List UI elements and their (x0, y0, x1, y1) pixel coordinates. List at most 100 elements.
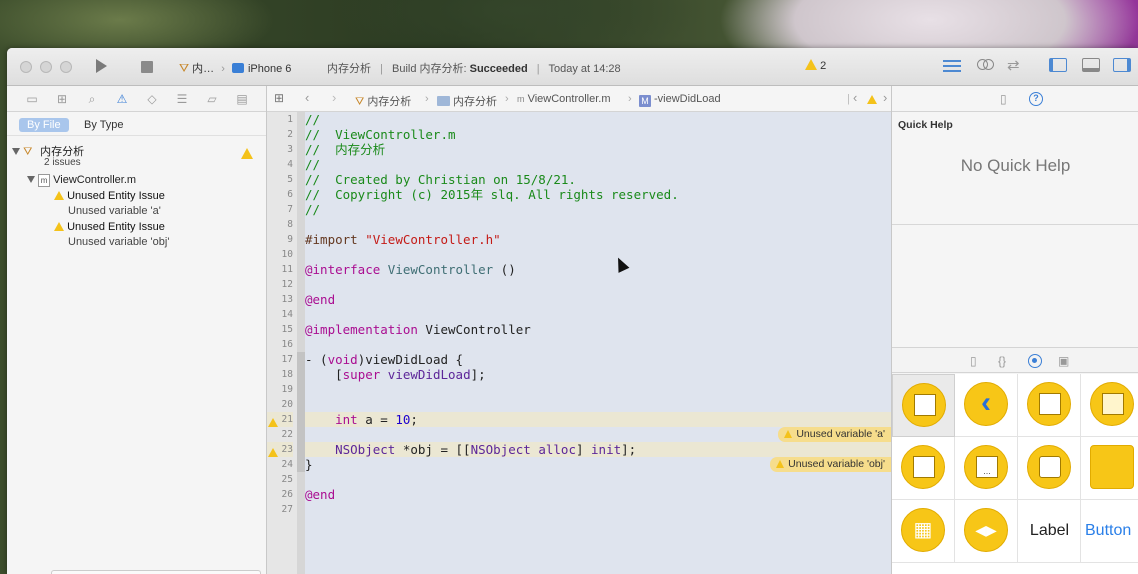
navigation-controller-item[interactable]: ‹ (955, 374, 1018, 437)
warning-icon (54, 222, 64, 231)
standard-editor-button[interactable] (943, 58, 961, 76)
forward-chevron-icon[interactable]: › (332, 90, 336, 105)
keyword-token: super (342, 367, 381, 382)
jumpbar-file[interactable]: m ViewController.m (517, 93, 611, 105)
code-line: @interface ViewController () (305, 262, 891, 277)
collection-view-controller-item[interactable] (1081, 374, 1138, 437)
minimize-window-button[interactable] (40, 61, 52, 73)
code-snippet-icon[interactable]: {} (998, 354, 1012, 368)
code-token: )viewDidLoad { (357, 352, 464, 367)
breakpoint-navigator-icon[interactable]: ▱ (205, 92, 219, 106)
method-icon: M (639, 95, 651, 107)
zoom-window-button[interactable] (60, 61, 72, 73)
divider (892, 224, 1138, 225)
code-line: // (305, 112, 321, 127)
code-text-area[interactable]: // // ViewController.m // 内存分析 // // Cre… (305, 112, 891, 574)
issue-warning-icon[interactable] (867, 94, 877, 106)
code-line: @implementation ViewController (305, 322, 891, 337)
file-template-icon[interactable]: ▯ (970, 354, 984, 368)
jumpbar-method-label: -viewDidLoad (654, 93, 721, 105)
class-token: ViewController (387, 262, 494, 277)
report-navigator-icon[interactable]: ▤ (235, 92, 249, 106)
related-items-icon[interactable]: ⊞ (274, 91, 284, 105)
jumpbar-file-label: ViewController.m (527, 93, 611, 105)
jumpbar-method[interactable]: M -viewDidLoad (639, 93, 721, 107)
utilities-area: ▯ ? Quick Help No Quick Help ▯ {} ▣ ‹ … … (891, 86, 1138, 574)
issue-row[interactable]: Unused Entity Issue (54, 190, 165, 202)
line-number: 19 (281, 384, 293, 395)
filter-by-file-button[interactable]: By File (19, 118, 69, 132)
back-chevron-icon[interactable]: ‹ (305, 90, 309, 105)
issue-detail: Unused variable 'a' (68, 205, 161, 217)
inline-warning[interactable]: Unused variable 'a' (778, 427, 891, 442)
debug-navigator-icon[interactable]: ☰ (175, 92, 189, 106)
media-library-icon[interactable]: ▣ (1058, 354, 1072, 368)
device-name[interactable]: iPhone 6 (248, 63, 291, 75)
disclosure-triangle-icon[interactable] (27, 176, 35, 183)
button-item[interactable]: Button (1081, 500, 1138, 563)
line-number: 8 (287, 219, 293, 230)
glkit-view-controller-item[interactable] (1018, 437, 1081, 500)
table-view-controller-item[interactable] (1018, 374, 1081, 437)
file-row[interactable]: m ViewController.m (27, 174, 136, 187)
page-view-controller-item[interactable]: … (955, 437, 1018, 500)
label-item[interactable]: Label (1018, 500, 1081, 563)
code-folding-ribbon[interactable] (297, 112, 305, 574)
run-button[interactable] (96, 59, 107, 73)
issue-navigator-icon[interactable]: ⚠ (115, 92, 129, 106)
chevron-right-icon: › (221, 63, 225, 75)
tab-bar-controller-item[interactable] (892, 437, 955, 500)
toggle-debug-area-button[interactable] (1082, 58, 1100, 76)
search-icon[interactable]: ⌕ (85, 92, 99, 106)
fold-region[interactable] (297, 352, 305, 472)
line-number: 16 (281, 339, 293, 350)
object-item[interactable] (1081, 437, 1138, 500)
toolbar: ⛛ 内… › iPhone 6 内存分析 | Build 内存分析: Succe… (7, 48, 1138, 86)
line-number: 1 (287, 114, 293, 125)
test-navigator-icon[interactable]: ◇ (145, 92, 159, 106)
line-number: 9 (287, 234, 293, 245)
line-number: 20 (281, 399, 293, 410)
jumpbar-group[interactable]: 内存分析 (437, 93, 497, 109)
project-warning-icon (241, 148, 253, 161)
scheme-selector[interactable]: ⛛ 内… › iPhone 6 (179, 60, 291, 76)
avkit-player-item[interactable]: ▦ (892, 500, 955, 563)
navigator-filter-bar (51, 570, 261, 574)
folder-icon[interactable]: ▭ (25, 92, 39, 106)
line-number: 10 (281, 249, 293, 260)
file-inspector-icon[interactable]: ▯ (1000, 92, 1014, 106)
version-editor-button[interactable]: ⇄ (1007, 56, 1020, 74)
code-line: // Created by Christian on 15/8/21. (305, 172, 576, 187)
code-line: } (305, 457, 313, 472)
activity-build: Build 内存分析: (391, 63, 470, 75)
line-number: 22 (281, 429, 293, 440)
object-library-icon[interactable] (1028, 354, 1042, 368)
warning-count: 2 (820, 60, 827, 72)
string-token: "ViewController.h" (365, 232, 501, 247)
view-controller-item[interactable] (892, 374, 955, 437)
previous-issue-icon[interactable]: ‹ (853, 90, 857, 105)
next-issue-icon[interactable]: › (883, 90, 887, 105)
assistant-editor-button[interactable] (977, 58, 994, 76)
disclosure-triangle-icon[interactable] (12, 148, 20, 155)
close-window-button[interactable] (20, 61, 32, 73)
quick-help-icon[interactable]: ? (1029, 92, 1043, 106)
code-token: ViewController (417, 322, 531, 337)
warning-indicator[interactable]: 2 (805, 59, 826, 72)
issue-filter: By File By Type (7, 112, 266, 136)
filter-by-type-button[interactable]: By Type (76, 118, 132, 132)
code-token: () (493, 262, 516, 277)
media-player-item[interactable]: ◀▶ (955, 500, 1018, 563)
line-number: 14 (281, 309, 293, 320)
hierarchy-icon[interactable]: ⊞ (55, 92, 69, 106)
jumpbar-project[interactable]: ⛛ 内存分析 (355, 93, 411, 109)
stop-button[interactable] (141, 61, 153, 73)
type-token: NSObject (470, 442, 531, 457)
line-number: 13 (281, 294, 293, 305)
method-token: viewDidLoad (380, 367, 471, 382)
toggle-utilities-button[interactable] (1113, 58, 1131, 76)
chevron-right-icon: › (425, 93, 429, 105)
objc-file-icon: m (517, 94, 525, 104)
toggle-navigator-button[interactable] (1049, 58, 1067, 76)
issue-row[interactable]: Unused Entity Issue (54, 221, 165, 233)
